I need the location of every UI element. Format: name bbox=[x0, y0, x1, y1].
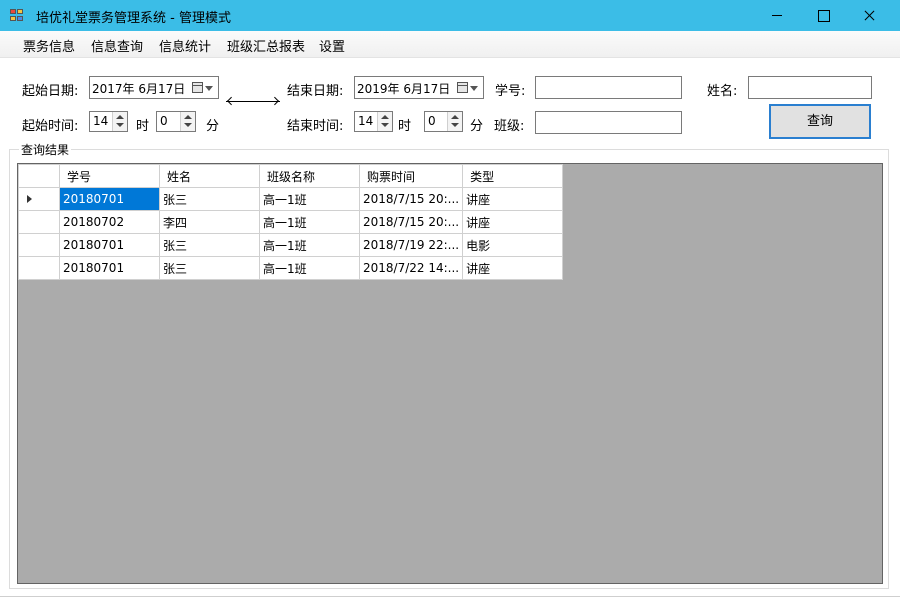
calendar-icon bbox=[457, 82, 468, 93]
column-header[interactable]: 类型 bbox=[462, 164, 564, 188]
start-hour-stepper[interactable]: 14 bbox=[89, 111, 128, 132]
results-group-title: 查询结果 bbox=[19, 141, 72, 158]
hour-label: 时 bbox=[398, 119, 412, 134]
table-cell[interactable]: 张三 bbox=[159, 187, 260, 211]
table-row[interactable]: 20180702 李四 高一1班 2018/7/15 20:... 讲座 bbox=[18, 210, 564, 234]
chevron-down-icon bbox=[470, 86, 478, 91]
spin-buttons[interactable] bbox=[447, 112, 462, 131]
row-header-cell[interactable] bbox=[18, 187, 60, 211]
table-cell[interactable]: 张三 bbox=[159, 233, 260, 257]
end-minute-stepper[interactable]: 0 bbox=[424, 111, 463, 132]
spin-down-icon[interactable] bbox=[451, 123, 459, 127]
minimize-icon[interactable] bbox=[754, 0, 800, 31]
table-header-row: 学号 姓名 班级名称 购票时间 类型 bbox=[18, 164, 564, 188]
end-time-label: 结束时间: bbox=[287, 119, 344, 134]
spin-up-icon[interactable] bbox=[184, 115, 192, 119]
start-date-picker[interactable]: 2017年 6月17日 bbox=[89, 76, 219, 99]
window-title: 培优礼堂票务管理系统 - 管理模式 bbox=[36, 11, 231, 26]
table-cell[interactable]: 2018/7/22 14:... bbox=[358, 256, 464, 280]
row-header-cell[interactable] bbox=[18, 256, 60, 280]
menu-item-class-report[interactable]: 班级汇总报表 bbox=[227, 36, 305, 55]
end-hour-value: 14 bbox=[358, 114, 374, 128]
class-label: 班级: bbox=[494, 119, 525, 134]
table-cell[interactable]: 讲座 bbox=[462, 210, 564, 234]
table-cell[interactable]: 20180701 bbox=[59, 256, 160, 280]
table-cell[interactable]: 20180702 bbox=[59, 210, 160, 234]
menu-item-info-stats[interactable]: 信息统计 bbox=[159, 36, 211, 55]
maximize-icon[interactable] bbox=[800, 0, 846, 31]
menu-item-info-query[interactable]: 信息查询 bbox=[91, 36, 143, 55]
start-date-value: 2017年 6月17日 bbox=[92, 82, 186, 96]
spin-up-icon[interactable] bbox=[381, 115, 389, 119]
spin-up-icon[interactable] bbox=[116, 115, 124, 119]
table-cell[interactable]: 李四 bbox=[159, 210, 260, 234]
column-header[interactable]: 姓名 bbox=[159, 164, 260, 188]
end-hour-stepper[interactable]: 14 bbox=[354, 111, 393, 132]
table-cell[interactable]: 高一1班 bbox=[259, 256, 360, 280]
spin-up-icon[interactable] bbox=[451, 115, 459, 119]
table-row[interactable]: 20180701 张三 高一1班 2018/7/22 14:... 讲座 bbox=[18, 256, 564, 280]
hour-label: 时 bbox=[136, 119, 150, 134]
end-date-picker[interactable]: 2019年 6月17日 bbox=[354, 76, 484, 99]
start-minute-value: 0 bbox=[160, 114, 168, 128]
table-cell[interactable]: 2018/7/15 20:... bbox=[358, 210, 464, 234]
table-cell[interactable]: 高一1班 bbox=[259, 210, 360, 234]
corner-header-cell[interactable] bbox=[18, 164, 60, 188]
table-row[interactable]: 20180701 张三 高一1班 2018/7/15 20:... 讲座 bbox=[18, 187, 564, 211]
current-row-arrow-icon bbox=[27, 195, 32, 203]
row-header-cell[interactable] bbox=[18, 210, 60, 234]
end-date-label: 结束日期: bbox=[287, 84, 344, 99]
table-row[interactable]: 20180701 张三 高一1班 2018/7/19 22:... 电影 bbox=[18, 233, 564, 257]
column-header[interactable]: 购票时间 bbox=[358, 164, 464, 188]
menu-item-settings[interactable]: 设置 bbox=[319, 36, 345, 55]
name-label: 姓名: bbox=[707, 84, 738, 99]
results-grid[interactable]: 学号 姓名 班级名称 购票时间 类型 20180701 张三 高一1班 2018/7/… bbox=[17, 163, 883, 584]
table-cell[interactable]: 2018/7/19 22:... bbox=[358, 233, 464, 257]
results-table: 学号 姓名 班级名称 购票时间 类型 20180701 张三 高一1班 2018/7/… bbox=[18, 164, 564, 280]
spin-down-icon[interactable] bbox=[381, 123, 389, 127]
start-hour-value: 14 bbox=[93, 114, 109, 128]
minute-label: 分 bbox=[206, 119, 220, 134]
spin-buttons[interactable] bbox=[180, 112, 195, 131]
table-cell[interactable]: 讲座 bbox=[462, 256, 564, 280]
table-cell[interactable]: 讲座 bbox=[462, 187, 564, 211]
title-bar: 培优礼堂票务管理系统 - 管理模式 bbox=[0, 0, 900, 31]
table-cell[interactable]: 20180701 bbox=[59, 187, 160, 211]
menu-bar: 票务信息 信息查询 信息统计 班级汇总报表 设置 bbox=[0, 31, 900, 58]
calendar-icon bbox=[192, 82, 203, 93]
name-input[interactable] bbox=[748, 76, 872, 99]
start-time-label: 起始时间: bbox=[22, 119, 79, 134]
end-date-value: 2019年 6月17日 bbox=[357, 82, 451, 96]
class-input[interactable] bbox=[535, 111, 682, 134]
date-range-arrow-icon bbox=[226, 101, 280, 102]
spin-buttons[interactable] bbox=[377, 112, 392, 131]
table-cell[interactable]: 张三 bbox=[159, 256, 260, 280]
minute-label: 分 bbox=[470, 119, 484, 134]
start-date-label: 起始日期: bbox=[22, 84, 79, 99]
app-icon bbox=[10, 9, 24, 22]
student-id-label: 学号: bbox=[495, 84, 526, 99]
chevron-down-icon bbox=[205, 86, 213, 91]
end-minute-value: 0 bbox=[428, 114, 436, 128]
table-cell[interactable]: 20180701 bbox=[59, 233, 160, 257]
column-header[interactable]: 班级名称 bbox=[259, 164, 360, 188]
student-id-input[interactable] bbox=[535, 76, 682, 99]
spin-buttons[interactable] bbox=[112, 112, 127, 131]
menu-item-ticket-info[interactable]: 票务信息 bbox=[23, 36, 75, 55]
table-cell[interactable]: 高一1班 bbox=[259, 233, 360, 257]
window-bottom-border bbox=[0, 596, 900, 597]
table-cell[interactable]: 2018/7/15 20:... bbox=[358, 187, 464, 211]
query-button[interactable]: 查询 bbox=[769, 104, 871, 139]
row-header-cell[interactable] bbox=[18, 233, 60, 257]
close-icon[interactable] bbox=[846, 0, 892, 31]
table-cell[interactable]: 电影 bbox=[462, 233, 564, 257]
spin-down-icon[interactable] bbox=[184, 123, 192, 127]
spin-down-icon[interactable] bbox=[116, 123, 124, 127]
start-minute-stepper[interactable]: 0 bbox=[156, 111, 196, 132]
column-header[interactable]: 学号 bbox=[59, 164, 160, 188]
table-cell[interactable]: 高一1班 bbox=[259, 187, 360, 211]
